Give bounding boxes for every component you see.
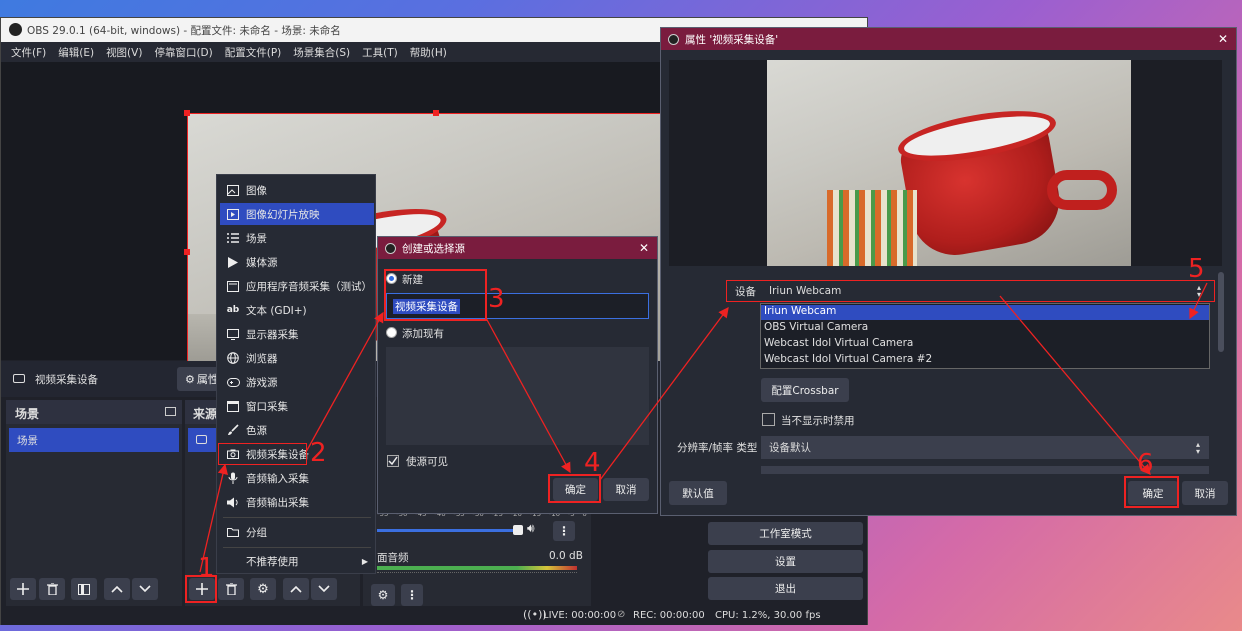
- arrow-2-to-3: [306, 313, 383, 452]
- arrow-5-down: [1190, 283, 1207, 318]
- arrow-3-to-4: [486, 318, 570, 472]
- arrow-4-to-5: [600, 308, 728, 480]
- arrow-5-to-6: [1000, 296, 1150, 474]
- arrow-1-to-2: [200, 465, 225, 572]
- annotation-arrows: [0, 0, 1242, 631]
